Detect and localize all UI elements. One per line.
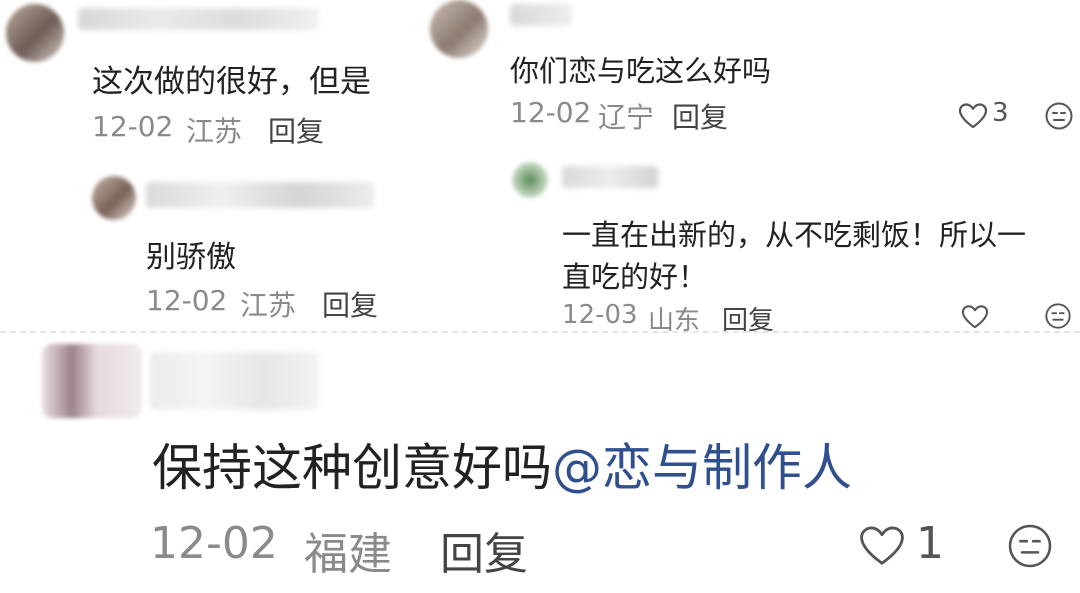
avatar[interactable] bbox=[92, 176, 136, 220]
comment-text-line1: 一直在出新的，从不吃剩饭！所以一 bbox=[562, 218, 1027, 252]
comment-date: 12-02 bbox=[510, 96, 592, 129]
heart-icon[interactable] bbox=[960, 304, 990, 330]
like-count: 3 bbox=[992, 98, 1009, 128]
comment-body: 保持这种创意好吗 bbox=[152, 439, 552, 497]
comment-region: 江苏 bbox=[240, 289, 297, 322]
reply-button[interactable]: 回复 bbox=[672, 96, 728, 136]
emoji-face-icon[interactable] bbox=[1006, 522, 1054, 570]
divider bbox=[0, 331, 1080, 333]
like-count: 1 bbox=[916, 518, 944, 569]
comment-region: 福建 bbox=[304, 529, 392, 580]
comment-text: 保持这种创意好吗@恋与制作人 bbox=[152, 428, 852, 500]
comment-text: 你们恋与吃这么好吗 bbox=[510, 54, 772, 88]
avatar[interactable] bbox=[42, 344, 142, 418]
heart-icon[interactable] bbox=[958, 102, 988, 130]
comment-date: 12-02 bbox=[146, 284, 228, 317]
heart-icon[interactable] bbox=[858, 524, 906, 568]
comment-date: 12-02 bbox=[150, 518, 278, 569]
avatar[interactable] bbox=[430, 0, 488, 58]
avatar[interactable] bbox=[512, 162, 548, 198]
avatar[interactable] bbox=[6, 4, 64, 62]
username-blurred[interactable] bbox=[146, 182, 374, 208]
username-blurred[interactable] bbox=[150, 352, 318, 410]
comment-text-line2: 直吃的好！ bbox=[562, 260, 708, 294]
comment-region: 辽宁 bbox=[598, 101, 655, 134]
comment-text: 这次做的很好，但是 bbox=[92, 64, 371, 100]
username-blurred[interactable] bbox=[78, 8, 318, 30]
comment-region: 江苏 bbox=[186, 115, 243, 148]
reply-button[interactable]: 回复 bbox=[440, 518, 528, 582]
username-blurred[interactable] bbox=[562, 166, 658, 188]
reply-button[interactable]: 回复 bbox=[268, 110, 324, 150]
emoji-face-icon[interactable] bbox=[1044, 302, 1072, 330]
comment-date: 12-02 bbox=[92, 110, 174, 143]
emoji-face-icon[interactable] bbox=[1044, 101, 1074, 131]
comment-date: 12-03 bbox=[562, 300, 638, 330]
reply-button[interactable]: 回复 bbox=[322, 284, 378, 324]
comment-text: 别骄傲 bbox=[146, 240, 236, 275]
mention-link[interactable]: @恋与制作人 bbox=[552, 439, 852, 497]
username-blurred[interactable] bbox=[510, 4, 572, 26]
